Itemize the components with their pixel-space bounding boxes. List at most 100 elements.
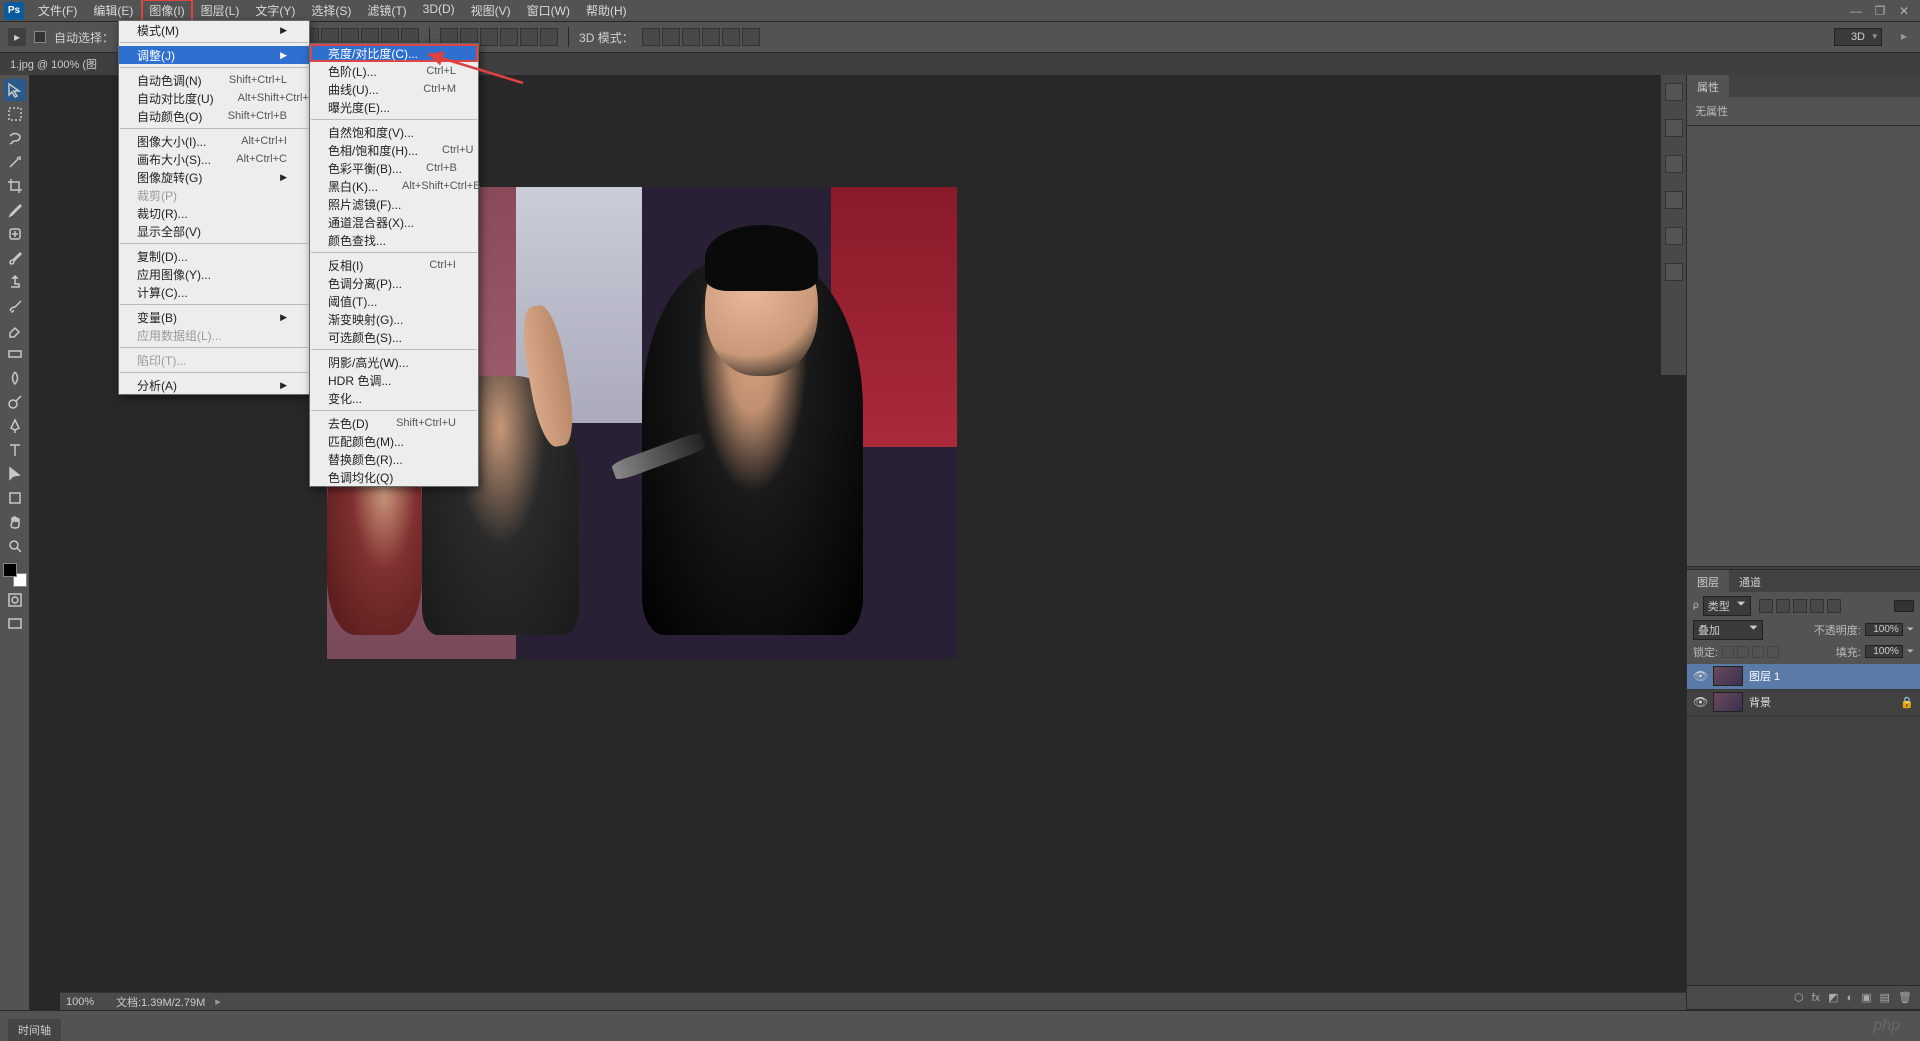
menu-variations[interactable]: 变化... bbox=[310, 389, 478, 407]
distribute-icon[interactable] bbox=[480, 28, 498, 46]
menu-apply-image[interactable]: 应用图像(Y)... bbox=[119, 265, 309, 283]
visibility-icon[interactable]: 👁 bbox=[1693, 695, 1707, 709]
opacity-value[interactable]: 100% bbox=[1865, 623, 1903, 636]
menu-hue-saturation[interactable]: 色相/饱和度(H)...Ctrl+U bbox=[310, 141, 478, 159]
path-selection-tool[interactable] bbox=[4, 463, 26, 485]
3d-icon[interactable] bbox=[742, 28, 760, 46]
menu-photo-filter[interactable]: 照片滤镜(F)... bbox=[310, 195, 478, 213]
magic-wand-tool[interactable] bbox=[4, 151, 26, 173]
menu-layer[interactable]: 图层(L) bbox=[193, 0, 248, 22]
fx-icon[interactable]: fx bbox=[1812, 992, 1821, 1004]
color-swatches[interactable] bbox=[3, 563, 27, 587]
filter-icon[interactable] bbox=[1793, 599, 1807, 613]
visibility-icon[interactable]: 👁 bbox=[1693, 669, 1707, 683]
pen-tool[interactable] bbox=[4, 415, 26, 437]
lock-icon[interactable] bbox=[1752, 646, 1764, 658]
lock-icon[interactable] bbox=[1767, 646, 1779, 658]
fill-value[interactable]: 100% bbox=[1865, 645, 1903, 658]
menu-desaturate[interactable]: 去色(D)Shift+Ctrl+U bbox=[310, 414, 478, 432]
filter-icon[interactable] bbox=[1776, 599, 1790, 613]
menu-gradient-map[interactable]: 渐变映射(G)... bbox=[310, 310, 478, 328]
menu-vibrance[interactable]: 自然饱和度(V)... bbox=[310, 123, 478, 141]
panel-shortcut-icon[interactable] bbox=[1665, 119, 1683, 137]
3d-icon[interactable] bbox=[662, 28, 680, 46]
layer-thumbnail[interactable] bbox=[1713, 692, 1743, 712]
collapse-icon[interactable]: ▸ bbox=[1896, 29, 1912, 45]
document-size[interactable]: 文档:1.39M/2.79M bbox=[116, 994, 205, 1010]
blur-tool[interactable] bbox=[4, 367, 26, 389]
foreground-color-swatch[interactable] bbox=[3, 563, 17, 577]
panel-shortcut-icon[interactable] bbox=[1665, 191, 1683, 209]
menu-file[interactable]: 文件(F) bbox=[30, 0, 85, 22]
lock-icon[interactable] bbox=[1722, 646, 1734, 658]
layer-name[interactable]: 图层 1 bbox=[1749, 668, 1780, 684]
menu-exposure[interactable]: 曝光度(E)... bbox=[310, 98, 478, 116]
delete-icon[interactable]: 🗑 bbox=[1898, 991, 1912, 1004]
timeline-tab[interactable]: 时间轴 bbox=[8, 1019, 61, 1041]
panel-shortcut-icon[interactable] bbox=[1665, 227, 1683, 245]
healing-brush-tool[interactable] bbox=[4, 223, 26, 245]
panel-shortcut-icon[interactable] bbox=[1665, 83, 1683, 101]
menu-filter[interactable]: 滤镜(T) bbox=[359, 0, 414, 22]
menu-color-balance[interactable]: 色彩平衡(B)...Ctrl+B bbox=[310, 159, 478, 177]
menu-canvas-size[interactable]: 画布大小(S)...Alt+Ctrl+C bbox=[119, 150, 309, 168]
clone-stamp-tool[interactable] bbox=[4, 271, 26, 293]
menu-mode[interactable]: 模式(M)▶ bbox=[119, 21, 309, 39]
layer-row[interactable]: 👁 图层 1 bbox=[1687, 664, 1920, 690]
move-tool[interactable] bbox=[4, 79, 26, 101]
3d-icon[interactable] bbox=[682, 28, 700, 46]
group-icon[interactable]: ▣ bbox=[1861, 991, 1871, 1004]
layer-thumbnail[interactable] bbox=[1713, 666, 1743, 686]
minimize-button[interactable]: — bbox=[1848, 4, 1864, 18]
zoom-level[interactable]: 100% bbox=[66, 996, 106, 1008]
menu-invert[interactable]: 反相(I)Ctrl+I bbox=[310, 256, 478, 274]
blend-mode-dropdown[interactable]: 叠加⏷ bbox=[1693, 620, 1763, 640]
3d-icon[interactable] bbox=[702, 28, 720, 46]
menu-color-lookup[interactable]: 颜色查找... bbox=[310, 231, 478, 249]
menu-auto-color[interactable]: 自动颜色(O)Shift+Ctrl+B bbox=[119, 107, 309, 125]
brush-tool[interactable] bbox=[4, 247, 26, 269]
menu-image[interactable]: 图像(I) bbox=[141, 0, 192, 22]
info-arrow-icon[interactable]: ▸ bbox=[215, 995, 221, 1008]
tab-properties[interactable]: 属性 bbox=[1687, 75, 1729, 97]
distribute-icon[interactable] bbox=[500, 28, 518, 46]
menu-3d[interactable]: 3D(D) bbox=[415, 0, 463, 22]
menu-type[interactable]: 文字(Y) bbox=[247, 0, 303, 22]
menu-auto-tone[interactable]: 自动色调(N)Shift+Ctrl+L bbox=[119, 71, 309, 89]
adjustment-icon[interactable]: ◐ bbox=[1847, 992, 1854, 1004]
3d-icon[interactable] bbox=[642, 28, 660, 46]
menu-replace-color[interactable]: 替换颜色(R)... bbox=[310, 450, 478, 468]
layer-row[interactable]: 👁 背景 🔒 bbox=[1687, 690, 1920, 716]
distribute-icon[interactable] bbox=[540, 28, 558, 46]
menu-hdr-toning[interactable]: HDR 色调... bbox=[310, 371, 478, 389]
menu-window[interactable]: 窗口(W) bbox=[519, 0, 578, 22]
menu-match-color[interactable]: 匹配颜色(M)... bbox=[310, 432, 478, 450]
panel-shortcut-icon[interactable] bbox=[1665, 155, 1683, 173]
distribute-icon[interactable] bbox=[520, 28, 538, 46]
menu-analysis[interactable]: 分析(A)▶ bbox=[119, 376, 309, 394]
menu-equalize[interactable]: 色调均化(Q) bbox=[310, 468, 478, 486]
screen-mode-tool[interactable] bbox=[4, 613, 26, 635]
menu-edit[interactable]: 编辑(E) bbox=[85, 0, 141, 22]
menu-levels[interactable]: 色阶(L)...Ctrl+L bbox=[310, 62, 478, 80]
menu-channel-mixer[interactable]: 通道混合器(X)... bbox=[310, 213, 478, 231]
menu-trim[interactable]: 裁切(R)... bbox=[119, 204, 309, 222]
menu-black-white[interactable]: 黑白(K)...Alt+Shift+Ctrl+B bbox=[310, 177, 478, 195]
menu-selective-color[interactable]: 可选颜色(S)... bbox=[310, 328, 478, 346]
hand-tool[interactable] bbox=[4, 511, 26, 533]
menu-image-size[interactable]: 图像大小(I)...Alt+Ctrl+I bbox=[119, 132, 309, 150]
maximize-button[interactable]: ❐ bbox=[1872, 4, 1888, 18]
menu-posterize[interactable]: 色调分离(P)... bbox=[310, 274, 478, 292]
eyedropper-tool[interactable] bbox=[4, 199, 26, 221]
panel-shortcut-icon[interactable] bbox=[1665, 263, 1683, 281]
menu-brightness-contrast[interactable]: 亮度/对比度(C)... bbox=[310, 44, 478, 62]
gradient-tool[interactable] bbox=[4, 343, 26, 365]
dodge-tool[interactable] bbox=[4, 391, 26, 413]
menu-threshold[interactable]: 阈值(T)... bbox=[310, 292, 478, 310]
mask-icon[interactable]: ◩ bbox=[1828, 991, 1838, 1004]
menu-view[interactable]: 视图(V) bbox=[463, 0, 519, 22]
menu-curves[interactable]: 曲线(U)...Ctrl+M bbox=[310, 80, 478, 98]
menu-shadows-highlights[interactable]: 阴影/高光(W)... bbox=[310, 353, 478, 371]
menu-help[interactable]: 帮助(H) bbox=[578, 0, 635, 22]
filter-icon[interactable] bbox=[1759, 599, 1773, 613]
